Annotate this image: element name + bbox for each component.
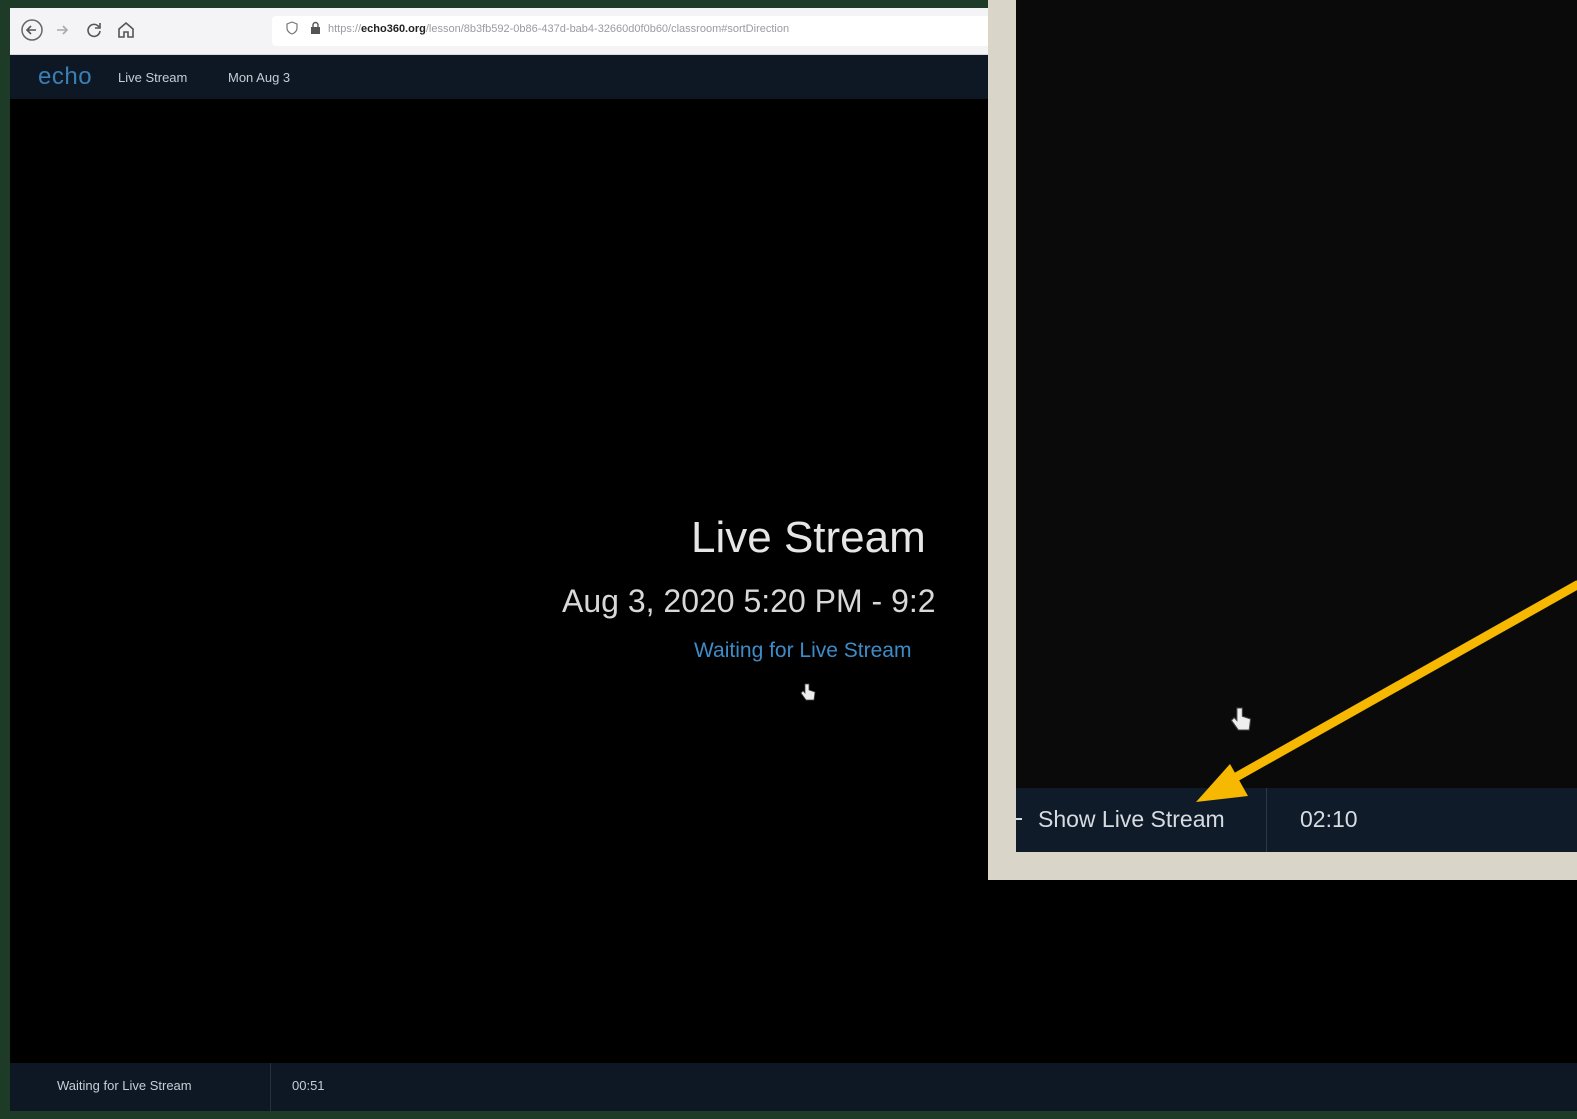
shield-icon[interactable] xyxy=(286,21,298,38)
player-bottom-bar: Waiting for Live Stream 00:51 xyxy=(10,1063,1577,1111)
inset-hand-cursor-icon xyxy=(1230,706,1252,737)
stream-title: Live Stream xyxy=(691,513,926,562)
bottom-bar-divider xyxy=(270,1063,271,1111)
hand-cursor-icon xyxy=(800,683,816,706)
stream-time-range: Aug 3, 2020 5:20 PM - 9:2 xyxy=(562,583,936,619)
waiting-status-text: Waiting for Live Stream xyxy=(694,639,912,662)
breadcrumb-date[interactable]: Mon Aug 3 xyxy=(228,70,290,85)
url-path: /lesson/8b3fb592-0b86-437d-bab4-32660d0f… xyxy=(425,23,790,35)
home-icon[interactable] xyxy=(114,18,138,42)
lock-icon[interactable] xyxy=(310,21,321,38)
inset-timer: 02:10 xyxy=(1300,806,1358,832)
inset-bar-divider xyxy=(1266,788,1267,852)
screenshot-frame: https://echo360.org/lesson/8b3fb592-0b86… xyxy=(0,0,1577,1119)
forward-icon[interactable] xyxy=(50,18,74,42)
chevron-left-icon xyxy=(1016,818,1022,820)
inset-player-bar: Show Live Stream 02:10 xyxy=(1016,788,1577,852)
echo-logo[interactable]: echo xyxy=(38,63,92,91)
url-bar[interactable]: https://echo360.org/lesson/8b3fb592-0b86… xyxy=(272,16,1012,46)
back-icon[interactable] xyxy=(20,18,44,42)
reload-icon[interactable] xyxy=(82,18,106,42)
url-prefix: https:// xyxy=(328,23,362,35)
zoom-inset: Show Live Stream 02:10 xyxy=(988,0,1577,880)
url-text: https://echo360.org/lesson/8b3fb592-0b86… xyxy=(328,23,789,35)
inset-video-stage: Show Live Stream 02:10 xyxy=(1016,0,1577,852)
url-host: echo360.org xyxy=(361,23,426,35)
bottom-status-text: Waiting for Live Stream xyxy=(57,1078,192,1093)
show-live-stream-button[interactable]: Show Live Stream xyxy=(1038,806,1225,833)
breadcrumb-live-stream[interactable]: Live Stream xyxy=(118,70,187,85)
bottom-timer: 00:51 xyxy=(292,1078,325,1093)
